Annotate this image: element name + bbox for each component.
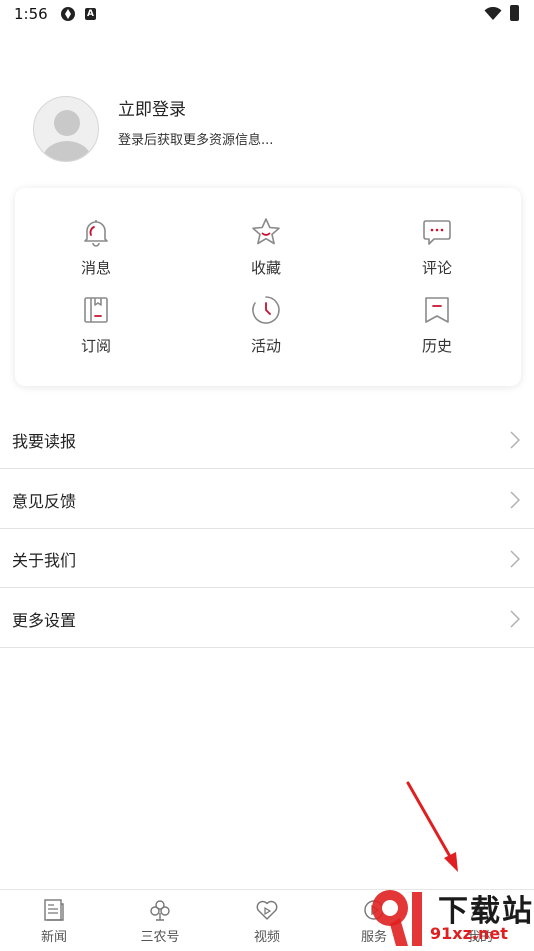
feature-label: 活动 bbox=[250, 337, 281, 355]
feature-activities[interactable]: 活动 bbox=[206, 294, 326, 364]
app-notification-icon bbox=[60, 6, 76, 26]
feature-label: 评论 bbox=[421, 259, 452, 277]
menu-item-read-newspaper[interactable]: 我要读报 bbox=[0, 410, 534, 469]
nav-tab-news[interactable]: 新闻 bbox=[14, 890, 94, 951]
feature-label: 订阅 bbox=[80, 337, 111, 355]
battery-icon bbox=[510, 5, 519, 21]
menu-label: 我要读报 bbox=[12, 432, 77, 451]
history-icon bbox=[425, 297, 449, 323]
feature-label: 消息 bbox=[80, 259, 111, 277]
comment-icon bbox=[423, 220, 451, 245]
menu-label: 关于我们 bbox=[12, 551, 77, 570]
nav-tab-sannong[interactable]: 三农号 bbox=[120, 890, 200, 951]
feature-subscriptions[interactable]: 订阅 bbox=[36, 294, 156, 364]
feature-messages[interactable]: 消息 bbox=[36, 216, 156, 286]
menu-item-about-us[interactable]: 关于我们 bbox=[0, 529, 534, 588]
nav-tab-video[interactable]: 视频 bbox=[227, 890, 307, 951]
menu-label: 更多设置 bbox=[12, 611, 77, 630]
nav-label: 新闻 bbox=[40, 930, 67, 945]
star-icon bbox=[252, 218, 280, 245]
annotation-arrow-icon bbox=[406, 781, 458, 872]
status-time: 1:56 bbox=[14, 5, 48, 23]
news-icon bbox=[44, 899, 64, 921]
feature-label: 历史 bbox=[421, 337, 452, 355]
watermark-logo-icon bbox=[372, 890, 422, 946]
menu-label: 意见反馈 bbox=[12, 492, 77, 511]
clover-icon bbox=[150, 900, 170, 921]
chevron-right-icon bbox=[510, 431, 520, 449]
chevron-right-icon bbox=[510, 491, 520, 509]
watermark: 下载站 91xz.net bbox=[360, 884, 534, 950]
login-subtitle: 登录后获取更多资源信息... bbox=[118, 133, 274, 148]
feature-card: 消息 收藏 评论 订阅 活动 历史 bbox=[15, 188, 521, 386]
login-link[interactable]: 立即登录 bbox=[118, 95, 186, 120]
video-heart-icon bbox=[256, 900, 278, 920]
chevron-right-icon bbox=[510, 550, 520, 568]
chevron-right-icon bbox=[510, 610, 520, 628]
feature-history[interactable]: 历史 bbox=[377, 294, 497, 364]
feature-comments[interactable]: 评论 bbox=[377, 216, 497, 286]
nav-label: 视频 bbox=[253, 930, 280, 945]
menu-item-more-settings[interactable]: 更多设置 bbox=[0, 589, 534, 648]
status-bar: 1:56 A bbox=[0, 0, 534, 28]
keyboard-notification-icon: A bbox=[85, 8, 96, 20]
watermark-url: 91xz.net bbox=[430, 924, 508, 943]
wifi-icon bbox=[484, 6, 502, 25]
subscribe-icon bbox=[84, 297, 108, 323]
feature-favorites[interactable]: 收藏 bbox=[206, 216, 326, 286]
bell-icon bbox=[84, 220, 108, 247]
feature-label: 收藏 bbox=[250, 259, 281, 277]
nav-label: 三农号 bbox=[140, 930, 180, 945]
menu-item-feedback[interactable]: 意见反馈 bbox=[0, 470, 534, 529]
avatar[interactable] bbox=[33, 96, 99, 162]
clock-icon bbox=[252, 296, 280, 324]
